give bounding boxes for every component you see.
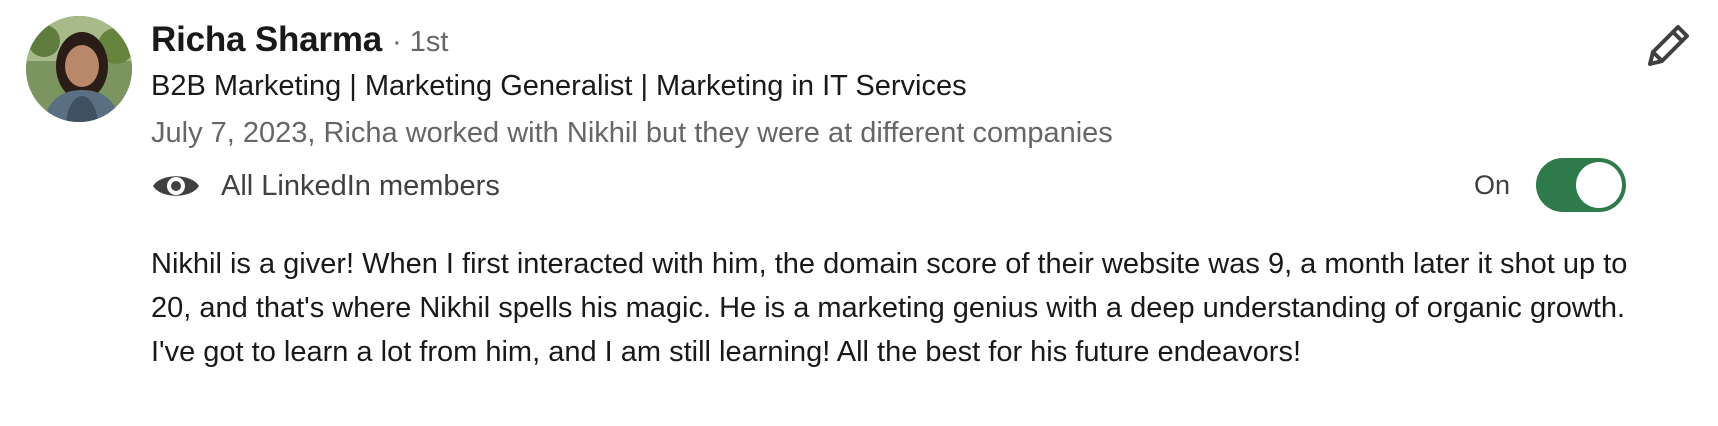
recommendation-card: Richa Sharma · 1st B2B Marketing | Marke… (0, 0, 1718, 426)
visibility-toggle-group: On (1474, 158, 1627, 212)
recommendation-meta: July 7, 2023, Richa worked with Nikhil b… (151, 117, 1113, 149)
profile-photo (26, 16, 132, 122)
edit-button[interactable] (1640, 18, 1696, 74)
visibility-toggle[interactable] (1536, 158, 1627, 212)
toggle-state-label: On (1474, 169, 1511, 200)
avatar[interactable] (26, 16, 132, 122)
recommender-name[interactable]: Richa Sharma (151, 20, 382, 60)
eye-icon (151, 168, 201, 204)
visibility-setting: All LinkedIn members (151, 166, 500, 206)
visibility-label: All LinkedIn members (221, 169, 500, 202)
connection-degree: · 1st (392, 26, 449, 58)
recommender-info: Richa Sharma · 1st B2B Marketing | Marke… (151, 20, 1598, 150)
recommendation-text: Nikhil is a giver! When I first interact… (151, 248, 1628, 368)
pencil-icon (1648, 25, 1689, 66)
recommender-headline: B2B Marketing | Marketing Generalist | M… (151, 70, 967, 102)
name-row: Richa Sharma · 1st (151, 20, 1598, 66)
toggle-knob (1576, 162, 1623, 208)
